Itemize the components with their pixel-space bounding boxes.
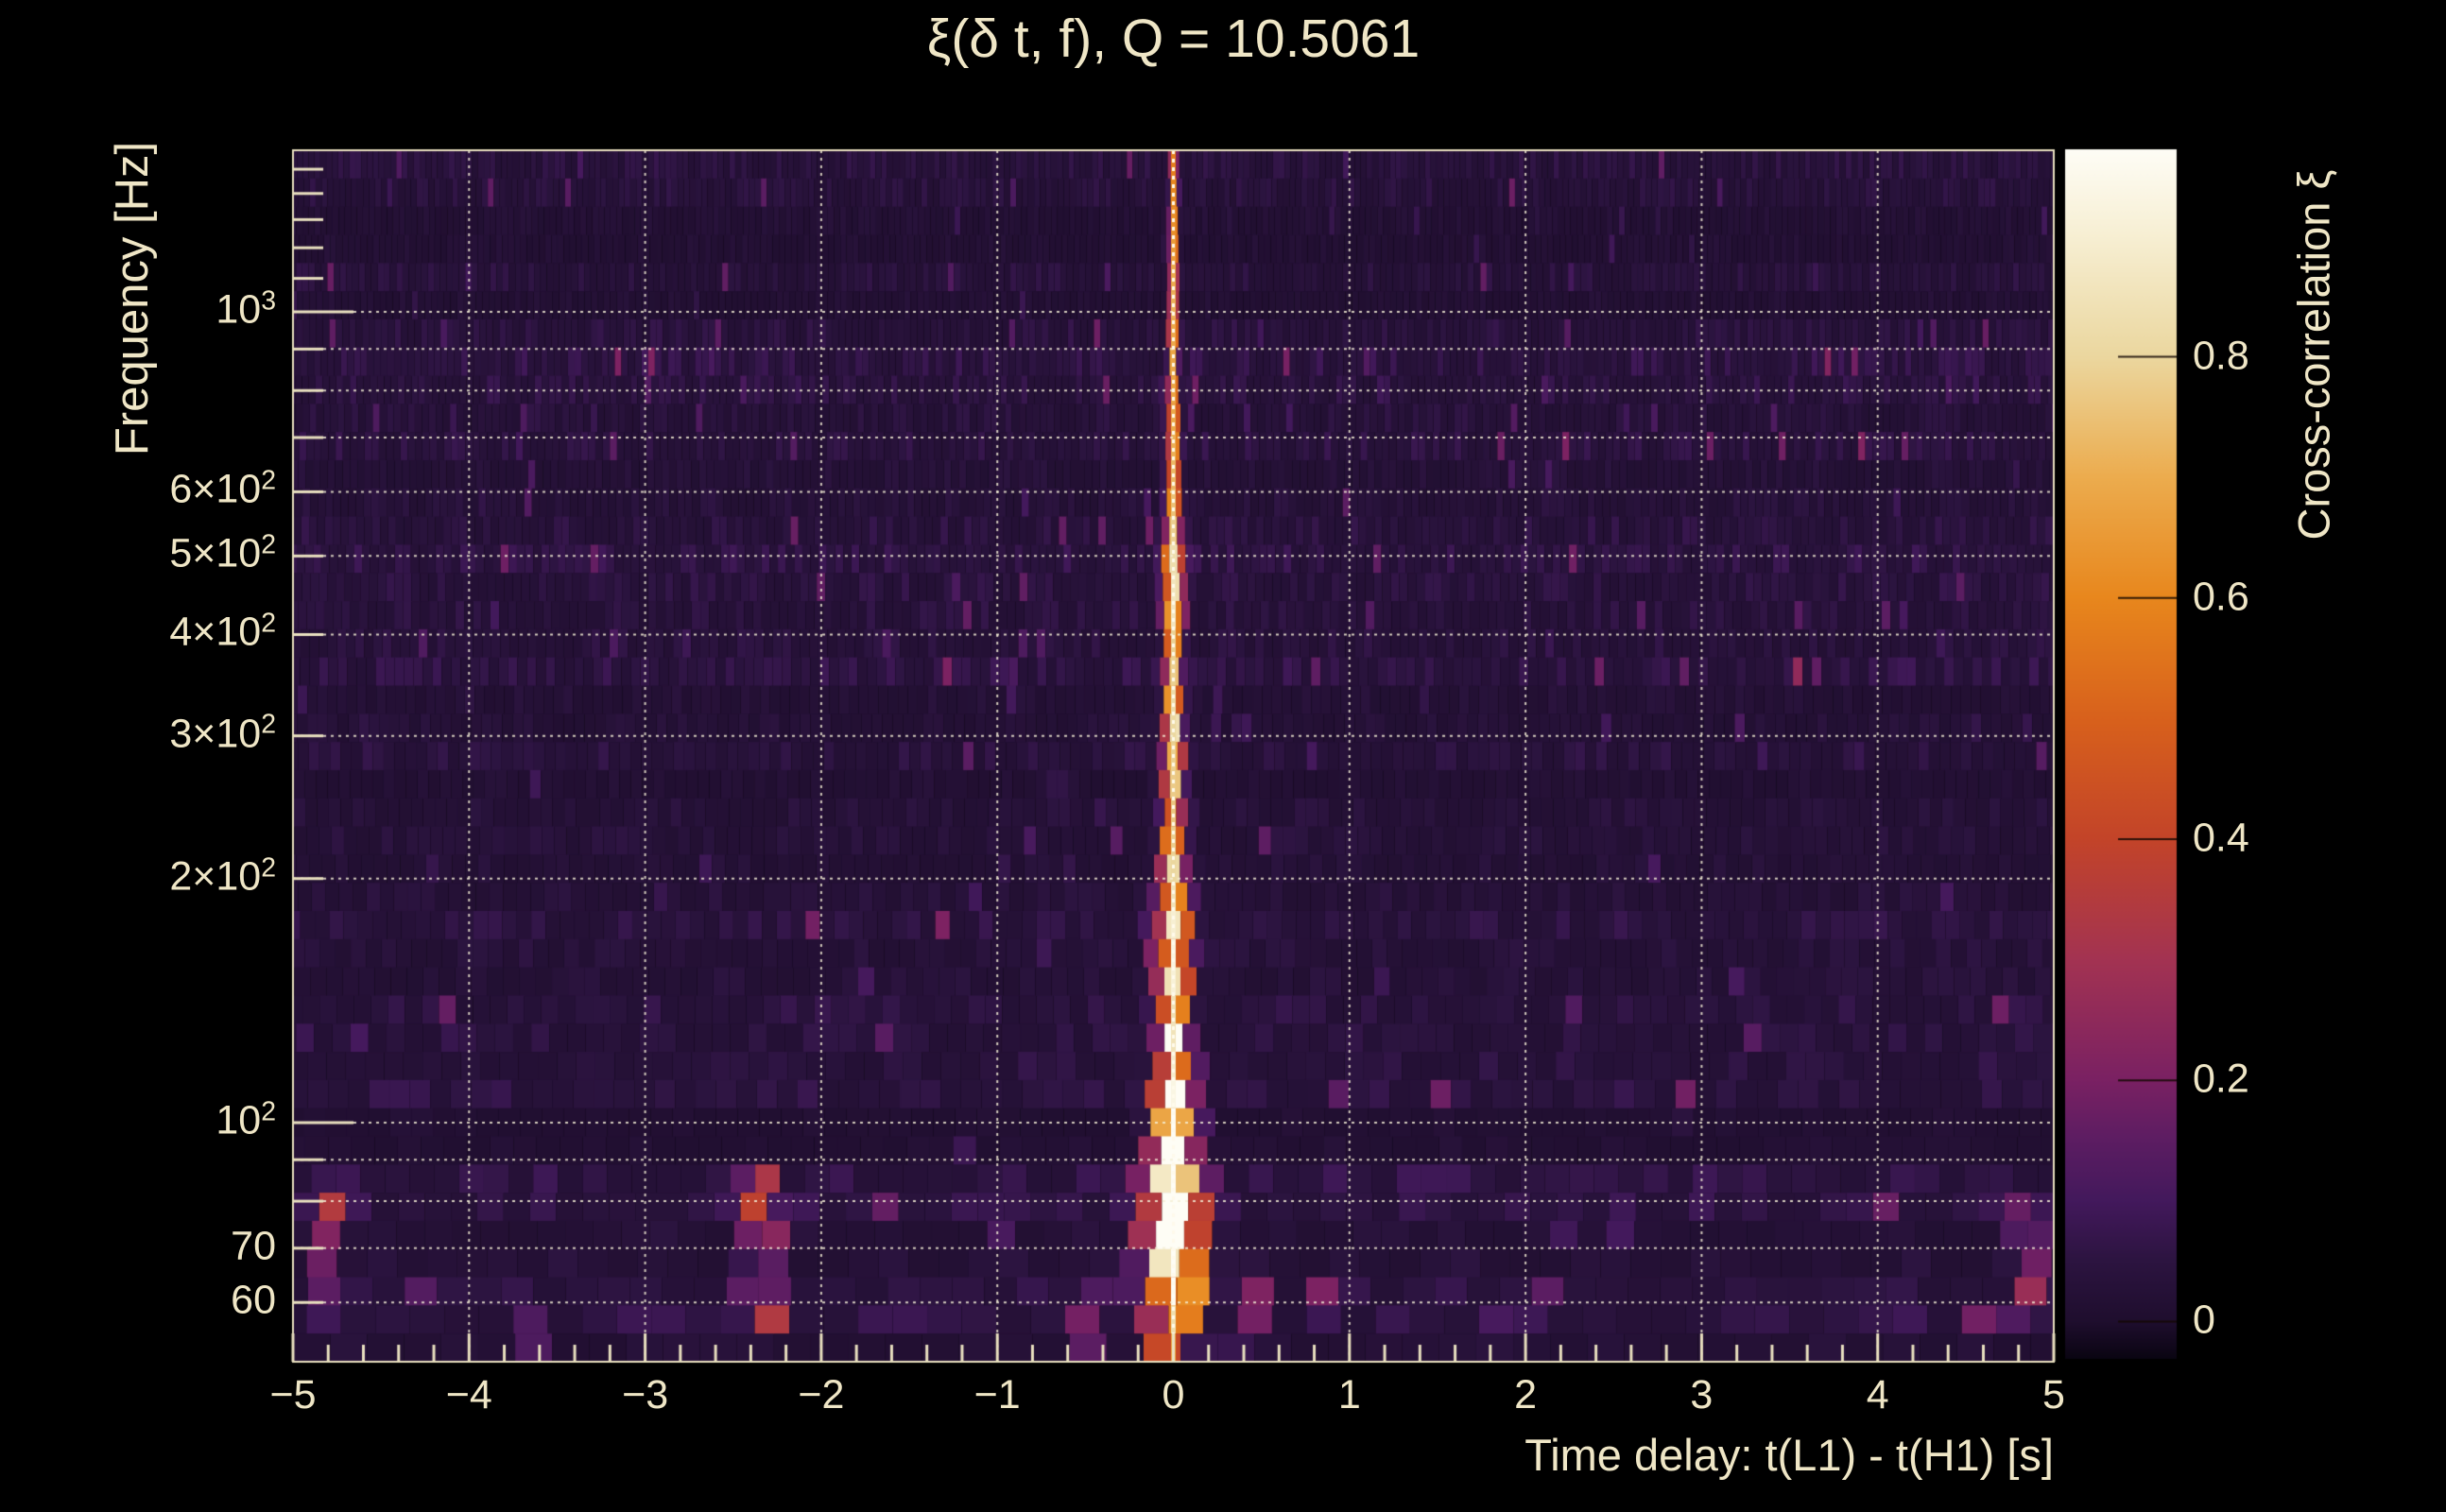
x-tick-label: 5 bbox=[2042, 1372, 2065, 1418]
colorbar-tick-label: 0.2 bbox=[2193, 1056, 2249, 1102]
x-tick-label: 1 bbox=[1337, 1372, 1361, 1418]
y-tick-label: 3×102 bbox=[169, 710, 276, 757]
y-tick-label: 60 bbox=[231, 1277, 276, 1323]
root-canvas: { "chart_data": { "type": "heatmap", "ti… bbox=[0, 0, 2446, 1512]
x-tick-label: −1 bbox=[973, 1372, 1021, 1418]
chart-title-text: ξ(δ t, f), Q = 10.5061 bbox=[926, 9, 1421, 69]
y-tick-label: 4×102 bbox=[169, 608, 276, 656]
x-tick-label: −5 bbox=[269, 1372, 317, 1418]
x-axis-title: Time delay: t(L1) - t(H1) [s] bbox=[1524, 1430, 2054, 1480]
y-tick-label: 102 bbox=[215, 1096, 276, 1143]
x-tick-label: 0 bbox=[1162, 1372, 1185, 1418]
heatmap-canvas bbox=[0, 0, 2446, 1512]
y-tick-label: 5×102 bbox=[169, 529, 276, 576]
y-tick-label: 6×102 bbox=[169, 465, 276, 512]
x-tick-label: −4 bbox=[445, 1372, 492, 1418]
colorbar-title: Cross-correlation ξ bbox=[2288, 169, 2339, 541]
x-tick-label: 3 bbox=[1690, 1372, 1714, 1418]
y-tick-label: 2×102 bbox=[169, 852, 276, 900]
colorbar-tick-label: 0 bbox=[2193, 1297, 2215, 1343]
x-tick-label: −2 bbox=[798, 1372, 845, 1418]
y-tick-label: 103 bbox=[215, 285, 276, 333]
x-tick-label: −3 bbox=[622, 1372, 669, 1418]
x-tick-label: 2 bbox=[1514, 1372, 1538, 1418]
colorbar-tick-label: 0.8 bbox=[2193, 333, 2249, 379]
colorbar-tick-label: 0.6 bbox=[2193, 574, 2249, 620]
x-tick-label: 4 bbox=[1866, 1372, 1889, 1418]
colorbar-tick-label: 0.4 bbox=[2193, 815, 2249, 861]
y-tick-label: 70 bbox=[231, 1223, 276, 1269]
y-axis-title: Frequency [Hz] bbox=[107, 141, 158, 456]
chart-title: ξ(δ t, f), Q = 10.5061 bbox=[293, 8, 2054, 70]
